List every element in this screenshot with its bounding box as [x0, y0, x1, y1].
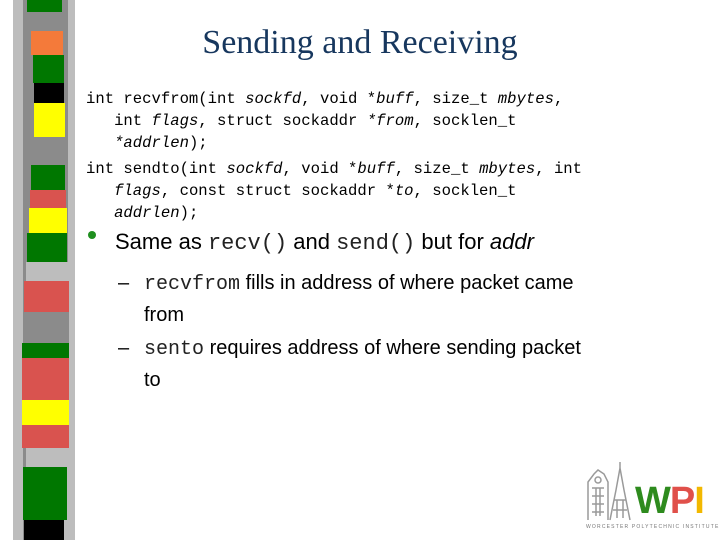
wpi-wordmark: WPI — [635, 480, 705, 523]
code-token: , — [553, 90, 564, 108]
wpi-logo: WPI WORCESTER POLYTECHNIC INSTITUTE — [586, 460, 718, 536]
code-token: int recvfrom(int — [86, 90, 246, 108]
strip-block — [24, 520, 64, 540]
strip-block — [34, 83, 64, 103]
sub-bullet-sento: – sento requires address of where sending… — [118, 333, 678, 396]
code-token: , socklen_t — [413, 182, 517, 200]
send-code: send() — [336, 231, 416, 256]
bullet-icon — [88, 231, 96, 239]
bullet-prefix: Same as — [115, 229, 208, 254]
code-param: flags — [151, 112, 199, 130]
strip-block — [22, 400, 69, 425]
logo-letter-p: P — [669, 480, 695, 522]
sub-code: sento — [144, 338, 205, 361]
recv-code: recv() — [207, 231, 288, 256]
code-line: flags, const struct sockaddr *to, sockle… — [86, 180, 582, 202]
strip-block — [27, 233, 67, 262]
bullet-text: Same as recv() and send() but for addr — [115, 229, 534, 256]
bullet-mid: and — [287, 229, 337, 254]
code-line: addrlen); — [86, 202, 582, 224]
bullet-emph: addr — [489, 229, 534, 254]
code-line: int recvfrom(int sockfd, void *buff, siz… — [86, 88, 563, 110]
strip-block — [27, 0, 62, 12]
dash-icon: – — [118, 272, 130, 294]
code-param: flags — [114, 182, 161, 200]
code-token: , int — [535, 160, 583, 178]
logo-letter-w: W — [635, 480, 671, 522]
code-token: , size_t — [394, 160, 480, 178]
sub-code: recvfrom — [144, 273, 241, 296]
code-param: to — [394, 182, 414, 200]
recvfrom-signature: int recvfrom(int sockfd, void *buff, siz… — [86, 88, 563, 154]
sub-text: fills in address of where packet came — [240, 272, 574, 294]
strip-block — [22, 343, 69, 358]
code-param: *from — [366, 112, 414, 130]
code-param: addrlen — [114, 204, 180, 222]
strip-block — [22, 358, 69, 400]
code-token: , struct sockaddr — [198, 112, 367, 130]
code-param: buff — [376, 90, 414, 108]
logo-letter-i: I — [694, 480, 705, 522]
code-token: int — [86, 112, 152, 130]
strip-block — [31, 165, 65, 190]
code-param: mbytes — [497, 90, 554, 108]
code-line: int sendto(int sockfd, void *buff, size_… — [86, 158, 582, 180]
code-param: mbytes — [479, 160, 536, 178]
sub-text: requires address of where sending packet — [204, 337, 581, 359]
sub-text-cont: from — [144, 304, 184, 326]
code-token: , size_t — [413, 90, 498, 108]
sub-bullet-recvfrom: – recvfrom fills in address of where pack… — [118, 268, 678, 331]
bullet-suffix: but for — [415, 229, 490, 254]
building-icon — [587, 462, 631, 521]
slide-title: Sending and Receiving — [202, 24, 518, 61]
code-token: int sendto(int — [86, 160, 227, 178]
strip-block — [22, 425, 69, 448]
code-param: sockfd — [245, 90, 302, 108]
strip-block — [24, 312, 69, 343]
code-param: *addrlen — [114, 134, 189, 152]
strip-block — [23, 467, 67, 520]
strip-block — [34, 103, 65, 137]
strip-block — [24, 281, 69, 312]
code-token: , const struct sockaddr * — [160, 182, 395, 200]
sub-text-cont: to — [144, 369, 161, 391]
code-token: , void * — [301, 90, 377, 108]
code-param: buff — [357, 160, 395, 178]
code-line: *addrlen); — [86, 132, 563, 154]
strip-block — [30, 190, 66, 208]
code-token: , socklen_t — [413, 112, 517, 130]
code-param: sockfd — [226, 160, 283, 178]
strip-block — [29, 208, 67, 233]
sendto-signature: int sendto(int sockfd, void *buff, size_… — [86, 158, 582, 224]
code-token: , void * — [282, 160, 358, 178]
code-line: int flags, struct sockaddr *from, sockle… — [86, 110, 563, 132]
logo-tagline: WORCESTER POLYTECHNIC INSTITUTE — [586, 524, 720, 530]
code-token: ); — [188, 134, 208, 152]
dash-icon: – — [118, 337, 130, 359]
code-token: ); — [179, 204, 199, 222]
